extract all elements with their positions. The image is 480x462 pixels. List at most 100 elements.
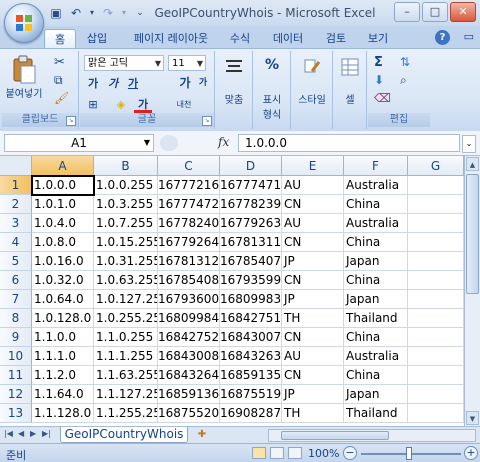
- column-header-a[interactable]: A: [32, 156, 94, 176]
- zoom-level[interactable]: 100%: [308, 447, 339, 460]
- cell-c[interactable]: 16777216: [158, 176, 220, 195]
- row-header[interactable]: 3: [0, 214, 32, 233]
- fill-icon[interactable]: ⬇: [374, 73, 384, 87]
- cell-c[interactable]: 16859136: [158, 385, 220, 404]
- format-painter-icon[interactable]: 🖌: [54, 91, 69, 105]
- cell-e[interactable]: TH: [282, 309, 344, 328]
- cells-button[interactable]: 셀: [336, 57, 364, 106]
- cell-e[interactable]: AU: [282, 214, 344, 233]
- cell-f[interactable]: China: [344, 366, 408, 385]
- cell-c[interactable]: 16779264: [158, 233, 220, 252]
- maximize-button[interactable]: □: [422, 2, 448, 22]
- customize-qat-icon[interactable]: ⌄: [132, 5, 148, 21]
- redo-icon[interactable]: ↷: [100, 5, 116, 21]
- row-header[interactable]: 4: [0, 233, 32, 252]
- clear-icon[interactable]: ⌫: [374, 91, 391, 105]
- tab-home[interactable]: 홈: [44, 29, 76, 49]
- expand-formula-icon[interactable]: ⌄: [462, 135, 476, 153]
- normal-view-icon[interactable]: [252, 447, 266, 459]
- office-button[interactable]: [4, 3, 44, 43]
- cell-a[interactable]: 1.0.16.0: [32, 252, 94, 271]
- save-icon[interactable]: ▣: [48, 5, 64, 21]
- cell-g[interactable]: [408, 252, 464, 271]
- shrink-font-button[interactable]: 가: [194, 75, 212, 92]
- horizontal-scrollbar[interactable]: [268, 429, 476, 442]
- tab-page-layout[interactable]: 페이지 레이아웃: [122, 29, 220, 48]
- cell-a[interactable]: 1.0.1.0: [32, 195, 94, 214]
- last-sheet-icon[interactable]: ▶|: [42, 429, 51, 438]
- cell-g[interactable]: [408, 347, 464, 366]
- cell-f[interactable]: Japan: [344, 252, 408, 271]
- vertical-scroll-thumb[interactable]: [466, 174, 479, 294]
- formula-input[interactable]: 1.0.0.0: [238, 134, 460, 152]
- tab-formulas[interactable]: 수식: [222, 29, 258, 48]
- cell-f[interactable]: Australia: [344, 176, 408, 195]
- cell-a[interactable]: 1.0.32.0: [32, 271, 94, 290]
- cell-a[interactable]: 1.1.128.0: [32, 404, 94, 423]
- cell-c[interactable]: 16778240: [158, 214, 220, 233]
- tab-review[interactable]: 검토: [318, 29, 354, 48]
- cell-b[interactable]: 1.0.3.255: [94, 195, 158, 214]
- cell-g[interactable]: [408, 271, 464, 290]
- cell-b[interactable]: 1.0.0.255: [94, 176, 158, 195]
- row-header[interactable]: 8: [0, 309, 32, 328]
- next-sheet-icon[interactable]: ▶: [30, 429, 36, 438]
- cell-d[interactable]: 16809983: [220, 290, 282, 309]
- cell-b[interactable]: 1.0.63.255: [94, 271, 158, 290]
- cell-b[interactable]: 1.1.1.255: [94, 347, 158, 366]
- cell-e[interactable]: AU: [282, 347, 344, 366]
- cell-g[interactable]: [408, 404, 464, 423]
- cell-c[interactable]: 16843008: [158, 347, 220, 366]
- cell-e[interactable]: CN: [282, 328, 344, 347]
- cell-f[interactable]: Japan: [344, 385, 408, 404]
- cell-a[interactable]: 1.0.128.0: [32, 309, 94, 328]
- cell-b[interactable]: 1.1.127.255: [94, 385, 158, 404]
- zoom-slider-thumb[interactable]: [406, 447, 412, 460]
- cell-d[interactable]: 16777471: [220, 176, 282, 195]
- fill-color-icon[interactable]: ◈: [112, 96, 130, 113]
- cell-f[interactable]: Japan: [344, 290, 408, 309]
- cell-e[interactable]: JP: [282, 385, 344, 404]
- cell-a[interactable]: 1.0.4.0: [32, 214, 94, 233]
- cell-d[interactable]: 16842751: [220, 309, 282, 328]
- cell-f[interactable]: Australia: [344, 214, 408, 233]
- row-header[interactable]: 10: [0, 347, 32, 366]
- cell-a[interactable]: 1.1.64.0: [32, 385, 94, 404]
- row-header[interactable]: 7: [0, 290, 32, 309]
- zoom-in-button[interactable]: +: [464, 446, 478, 460]
- cell-f[interactable]: China: [344, 195, 408, 214]
- cell-c[interactable]: 16843264: [158, 366, 220, 385]
- first-sheet-icon[interactable]: |◀: [4, 429, 13, 438]
- formula-bar-splitter[interactable]: [160, 135, 178, 151]
- cell-c[interactable]: 16842752: [158, 328, 220, 347]
- cell-e[interactable]: TH: [282, 404, 344, 423]
- cell-g[interactable]: [408, 366, 464, 385]
- row-header[interactable]: 9: [0, 328, 32, 347]
- vertical-scrollbar[interactable]: ▲ ▼: [464, 156, 480, 426]
- column-header-e[interactable]: E: [282, 156, 344, 176]
- column-header-c[interactable]: C: [158, 156, 220, 176]
- cell-d[interactable]: 16793599: [220, 271, 282, 290]
- undo-dropdown-icon[interactable]: ▾: [88, 5, 96, 21]
- cell-b[interactable]: 1.0.31.255: [94, 252, 158, 271]
- cell-d[interactable]: 16785407: [220, 252, 282, 271]
- cell-e[interactable]: JP: [282, 290, 344, 309]
- cell-d[interactable]: 16843007: [220, 328, 282, 347]
- row-header[interactable]: 2: [0, 195, 32, 214]
- undo-icon[interactable]: ↶: [68, 5, 84, 21]
- row-header[interactable]: 13: [0, 404, 32, 423]
- font-launcher-icon[interactable]: ↘: [202, 116, 212, 126]
- cell-f[interactable]: Australia: [344, 347, 408, 366]
- cut-icon[interactable]: ✂: [54, 55, 65, 70]
- cell-f[interactable]: China: [344, 271, 408, 290]
- row-header[interactable]: 5: [0, 252, 32, 271]
- cell-c[interactable]: 16793600: [158, 290, 220, 309]
- cell-a[interactable]: 1.0.8.0: [32, 233, 94, 252]
- cell-e[interactable]: CN: [282, 271, 344, 290]
- cell-a[interactable]: 1.0.0.0: [32, 176, 94, 195]
- cell-f[interactable]: Thailand: [344, 309, 408, 328]
- help-icon[interactable]: ?: [435, 30, 450, 45]
- redo-dropdown-icon[interactable]: ▾: [120, 5, 128, 21]
- cell-g[interactable]: [408, 328, 464, 347]
- close-button[interactable]: ✕: [450, 2, 476, 22]
